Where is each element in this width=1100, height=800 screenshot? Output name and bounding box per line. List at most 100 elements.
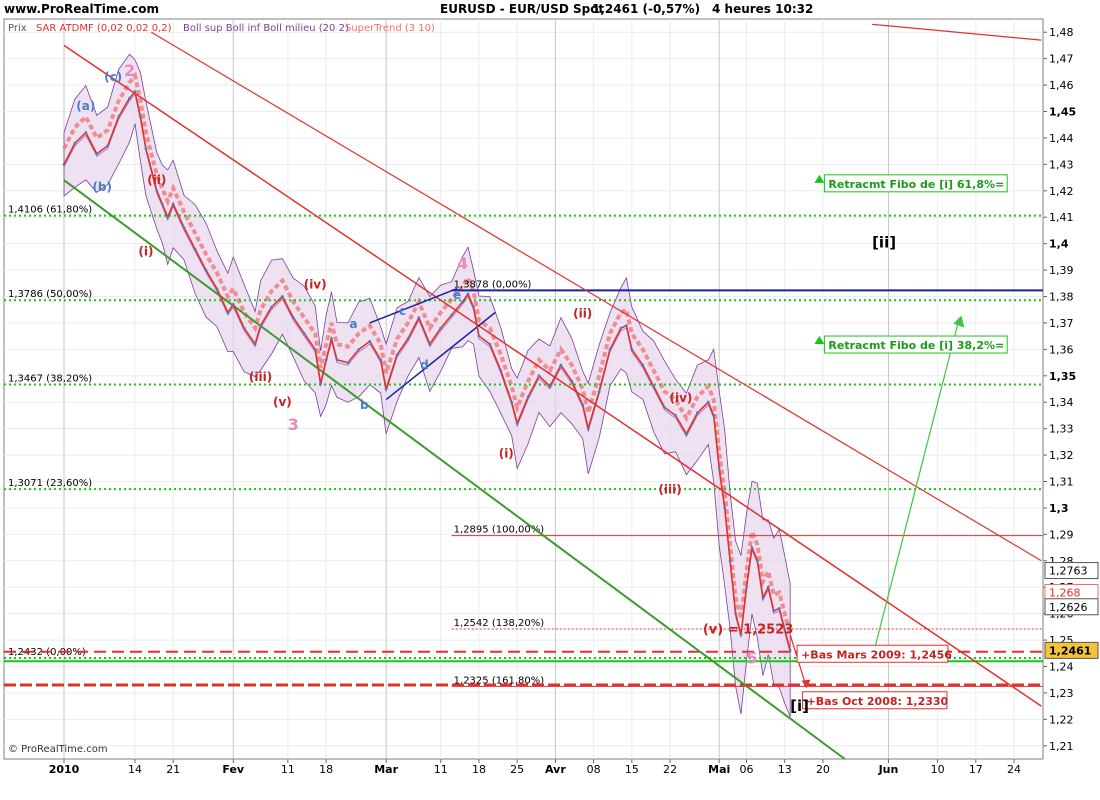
y-tick-label: 1,46	[1049, 79, 1074, 92]
price-tag-label: 1,2763	[1049, 565, 1088, 578]
price-point	[745, 585, 748, 589]
price-point	[253, 342, 257, 346]
price-point	[215, 287, 219, 290]
x-tick-label: Fev	[222, 763, 245, 776]
y-tick-label: 1,42	[1049, 185, 1074, 198]
price-point	[62, 163, 66, 166]
support-annotation-text: +Bas Oct 2008: 1,2330	[807, 695, 949, 708]
wave-label: (iii)	[249, 370, 272, 384]
price-point	[73, 141, 77, 145]
price-point	[133, 90, 137, 94]
y-tick-label: 1,39	[1049, 264, 1074, 277]
x-tick-label: 13	[778, 763, 792, 776]
x-tick-label: 25	[510, 763, 524, 776]
y-tick-label: 1,24	[1049, 661, 1074, 674]
x-tick-label: 20	[816, 763, 830, 776]
price-point	[139, 115, 142, 119]
x-tick-label: 22	[663, 763, 677, 776]
x-tick-label: Avr	[545, 763, 566, 776]
price-point	[597, 390, 601, 393]
price-point	[734, 612, 737, 615]
price-point	[515, 422, 519, 425]
wave-label: (ii)	[573, 307, 592, 321]
price-tag-label: 1,2461	[1049, 644, 1091, 657]
price-point	[439, 326, 443, 330]
y-tick-label: 1,43	[1049, 158, 1074, 171]
x-tick-label: Mai	[708, 763, 730, 776]
price-chart[interactable]: 1,4106 (61,80%) 1,3786 (50,00%) 1,3467 (38…	[0, 0, 1100, 800]
x-tick-label: 11	[434, 763, 448, 776]
price-point	[291, 316, 295, 319]
price-point	[144, 147, 148, 150]
fibo-level-label: 1,3786 (50,00%)	[8, 289, 92, 300]
price-point	[95, 152, 99, 156]
price-point	[772, 609, 776, 613]
projection-level-label: 1,2325 (161,80%)	[454, 675, 545, 686]
y-tick-label: 1,3	[1049, 502, 1069, 515]
price-point	[750, 546, 754, 549]
price-point	[723, 506, 727, 510]
wave-label: 3	[288, 415, 299, 434]
x-tick-label: 24	[1007, 763, 1021, 776]
price-point	[466, 292, 470, 296]
price-point	[526, 395, 530, 399]
wave-label: (iv)	[670, 391, 693, 405]
fibo-level-label: 1,3467 (38,20%)	[8, 374, 92, 385]
price-point	[226, 311, 230, 314]
price-point	[346, 361, 350, 364]
y-tick-label: 1,35	[1049, 370, 1076, 383]
price-point	[417, 316, 421, 319]
price-point	[231, 303, 235, 306]
y-tick-label: 1,23	[1049, 687, 1074, 700]
price-point	[302, 332, 306, 335]
price-point	[619, 326, 623, 330]
price-point	[84, 131, 88, 135]
wave-label: (iv)	[304, 278, 327, 292]
price-point	[674, 414, 677, 417]
price-point	[477, 334, 481, 338]
wave-label: (a)	[76, 99, 95, 113]
price-point	[712, 414, 716, 417]
fibo-level-label: 1,3071 (23,60%)	[8, 478, 92, 489]
y-tick-label: 1,48	[1049, 26, 1074, 39]
price-point	[510, 400, 514, 404]
price-point	[406, 337, 410, 341]
price-point	[766, 585, 770, 589]
price-point	[128, 96, 131, 100]
x-tick-label: 18	[472, 763, 486, 776]
price-point	[630, 348, 634, 351]
wave-label: (v)	[273, 395, 292, 409]
y-tick-label: 1,44	[1049, 132, 1074, 145]
wave-label: (i)	[138, 245, 153, 259]
y-tick-label: 1,33	[1049, 423, 1074, 436]
wave-label: (ii)	[147, 173, 166, 187]
price-point	[499, 369, 503, 372]
price-point	[182, 226, 186, 230]
price-point	[761, 596, 765, 600]
price-point	[106, 144, 110, 148]
y-tick-label: 1,32	[1049, 449, 1074, 462]
projection-level-label: 1,2542 (138,20%)	[454, 618, 545, 629]
wave-label: (c)	[104, 70, 122, 84]
wave-label: 2	[124, 61, 135, 80]
price-point	[270, 305, 273, 309]
price-point	[559, 363, 563, 367]
fibo-annotation-text: Retracmt Fibo de [i] 61,8%=	[828, 178, 1004, 191]
price-point	[395, 353, 399, 356]
x-tick-label: Mar	[374, 763, 398, 776]
wave-target-label: (v) = 1,2523	[703, 622, 793, 637]
x-tick-label: 15	[625, 763, 639, 776]
price-point	[357, 348, 361, 351]
price-point	[548, 385, 552, 388]
price-point	[788, 649, 792, 652]
major-wave-label: [i]	[790, 697, 809, 715]
price-point	[259, 324, 262, 327]
y-tick-label: 1,29	[1049, 528, 1074, 541]
price-point	[581, 403, 585, 407]
x-tick-label: 08	[587, 763, 601, 776]
price-point	[281, 295, 284, 298]
price-point	[242, 326, 246, 330]
wave-label: 4	[457, 254, 468, 273]
price-point	[663, 406, 666, 409]
x-tick-label: 21	[166, 763, 180, 776]
